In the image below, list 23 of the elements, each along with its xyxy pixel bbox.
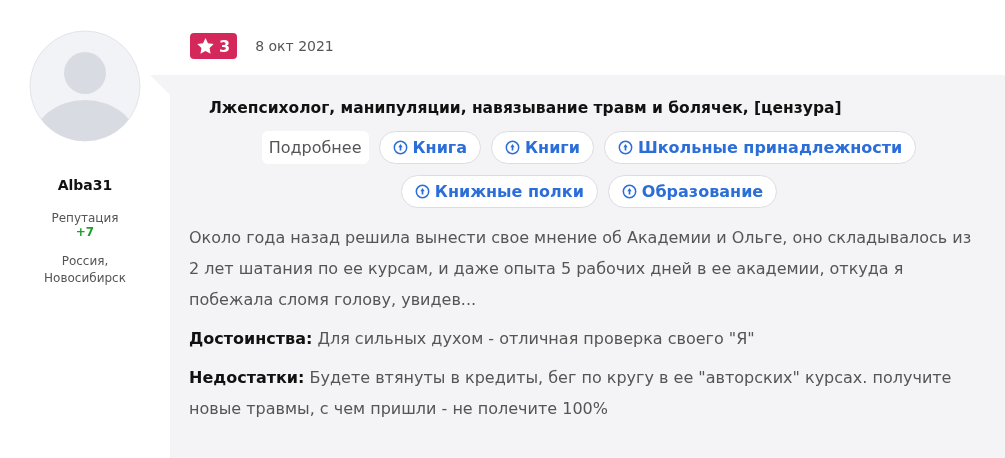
arrow-up-circle-icon [414, 184, 430, 199]
tag-link[interactable]: Книга [378, 131, 481, 164]
tag-link[interactable]: Образование [607, 175, 778, 208]
tag-link[interactable]: Книжные полки [400, 175, 598, 208]
review-title: Лжепсихолог, манипуляции, навязывание травм и болячек, [цензура] [209, 99, 843, 117]
tag-link[interactable]: Книги [491, 131, 594, 164]
reputation-label: Репутация [51, 211, 119, 225]
reputation-value: +7 [75, 225, 95, 239]
rating-badge: 3 [190, 33, 238, 59]
star-icon [197, 38, 214, 54]
avatar-icon [29, 30, 141, 142]
cons-text: Недостатки: Будете втянуты в кредиты, бег по кругу в ее "авторских" курсах. получите новые травмы, с чем пришли - не полечите 100% [189, 367, 953, 420]
review-text: Около года назад решила вынести свое мнение об Академии и Ольге, оно складывалось из 2 лет шатания по ее курсам, и даже опыта 5 рабочих дней в ее академии, откуда я побежала сломя голову, увидев... [189, 227, 973, 311]
arrow-up-circle-icon [621, 184, 637, 199]
arrow-up-circle-icon [392, 140, 408, 155]
arrow-up-circle-icon [505, 140, 520, 155]
pros-text: Достоинства: Для сильных духом - отличная проверка своего "Я" [189, 328, 756, 350]
tag-link[interactable]: Школьные принадлежности [603, 131, 917, 164]
arrow-up-circle-icon [617, 140, 633, 155]
user-location: Россия, Новосибирск [43, 253, 127, 287]
username[interactable]: Alba31 [57, 177, 113, 193]
review-date: 8 окт 2021 [255, 38, 334, 54]
more-label: Подробнее [261, 131, 369, 164]
